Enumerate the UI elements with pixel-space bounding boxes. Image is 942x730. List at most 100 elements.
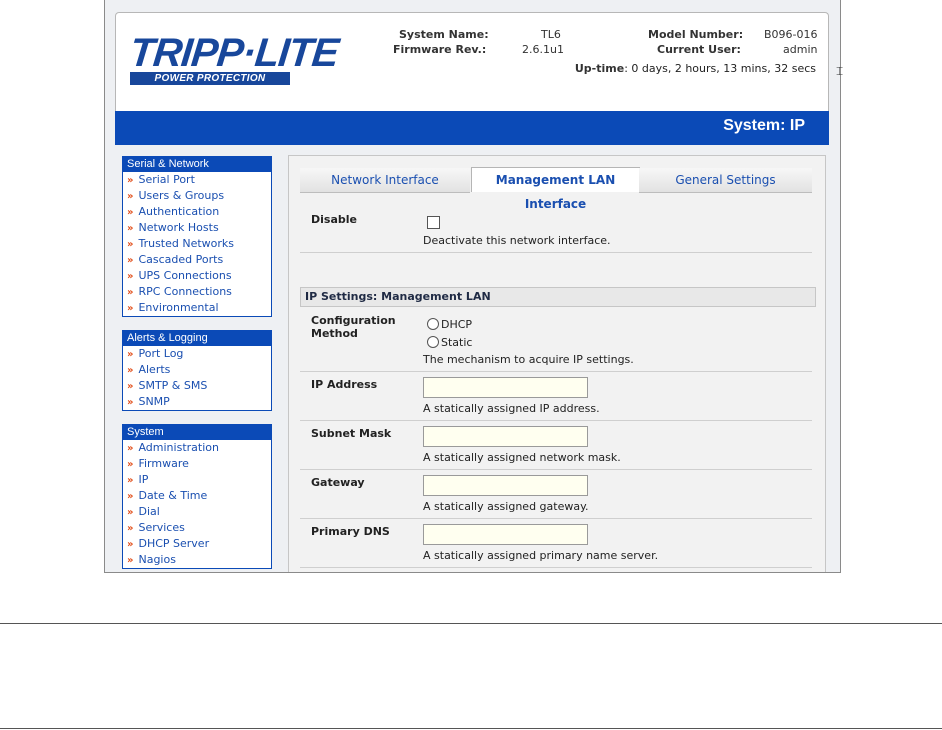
header: TRIPP·LITE POWER PROTECTION System Name:… [115, 12, 829, 111]
primary-dns-input[interactable] [423, 524, 588, 545]
system-name-label: System Name: [399, 28, 489, 41]
secondary-dns-input[interactable] [423, 572, 588, 573]
bullet-icon: » [127, 397, 134, 408]
sidebar-item-authentication[interactable]: » Authentication [123, 204, 271, 220]
divider [300, 371, 812, 372]
tab-general-settings[interactable]: General Settings [639, 168, 812, 193]
bullet-icon: » [127, 539, 134, 550]
model-number-value: B096-016 [764, 28, 818, 41]
bullet-icon: » [127, 239, 134, 250]
sidebar-item-serial-port[interactable]: » Serial Port [123, 172, 271, 188]
configuration-method-help: The mechanism to acquire IP settings. [423, 353, 634, 366]
bullet-icon: » [127, 287, 134, 298]
sidebar-group-title: System [123, 425, 271, 440]
dhcp-radio[interactable] [427, 318, 439, 330]
subnet-mask-input[interactable] [423, 426, 588, 447]
static-radio[interactable] [427, 336, 439, 348]
dhcp-label: DHCP [441, 318, 473, 331]
bullet-icon: » [127, 475, 134, 486]
bullet-icon: » [127, 175, 134, 186]
disable-label: Disable [311, 213, 357, 226]
current-user-value: admin [783, 43, 818, 56]
system-name-value: TL6 [541, 28, 561, 41]
bullet-icon: » [127, 491, 134, 502]
gateway-input[interactable] [423, 475, 588, 496]
sidebar-item-dhcp-server[interactable]: » DHCP Server [123, 536, 271, 552]
uptime-value: : 0 days, 2 hours, 13 mins, 32 secs [624, 62, 816, 75]
sidebar-item-date-time[interactable]: » Date & Time [123, 488, 271, 504]
sidebar-item-environmental[interactable]: » Environmental [123, 300, 271, 316]
bullet-icon: » [127, 507, 134, 518]
disable-help: Deactivate this network interface. [423, 234, 611, 247]
web-ui-screenshot: TRIPP·LITE POWER PROTECTION System Name:… [104, 0, 841, 573]
firmware-label: Firmware Rev.: [393, 43, 487, 56]
bullet-icon: » [127, 191, 134, 202]
sidebar-item-firmware[interactable]: » Firmware [123, 456, 271, 472]
bullet-icon: » [127, 443, 134, 454]
tripp-lite-logo: TRIPP·LITE POWER PROTECTION [127, 31, 341, 85]
sidebar-item-network-hosts[interactable]: » Network Hosts [123, 220, 271, 236]
bullet-icon: » [127, 381, 134, 392]
static-label: Static [441, 336, 473, 349]
divider [300, 567, 812, 568]
sidebar-group-serial-network: Serial & Network » Serial Port » Users & G… [122, 156, 272, 317]
sidebar-group-title: Serial & Network [123, 157, 271, 172]
gateway-label: Gateway [311, 476, 365, 489]
page-title: System: IP [723, 117, 805, 134]
sidebar-item-alerts[interactable]: » Alerts [123, 362, 271, 378]
page-title-bar: System: IP [115, 111, 829, 145]
divider [300, 252, 812, 253]
ip-address-label: IP Address [311, 378, 378, 391]
sidebar-item-smtp-sms[interactable]: » SMTP & SMS [123, 378, 271, 394]
sidebar-group-system: System » Administration » Firmware » IP » Da… [122, 424, 272, 569]
primary-dns-label: Primary DNS [311, 525, 390, 538]
bullet-icon: » [127, 365, 134, 376]
tab-management-lan-interface[interactable]: Management LAN Interface [471, 167, 640, 211]
sidebar-item-services[interactable]: » Services [123, 520, 271, 536]
gateway-help: A statically assigned gateway. [423, 500, 589, 513]
primary-dns-help: A statically assigned primary name serve… [423, 549, 659, 562]
sidebar-group-alerts-logging: Alerts & Logging » Port Log » Alerts » SMTP… [122, 330, 272, 411]
logo-wordmark: TRIPP·LITE [127, 31, 341, 75]
current-user-label: Current User: [657, 43, 741, 56]
bullet-icon: » [127, 459, 134, 470]
bullet-icon: » [127, 271, 134, 282]
bullet-icon: » [127, 555, 134, 566]
ip-address-help: A statically assigned IP address. [423, 402, 600, 415]
sidebar-item-cascaded-ports[interactable]: » Cascaded Ports [123, 252, 271, 268]
sidebar-item-snmp[interactable]: » SNMP [123, 394, 271, 410]
uptime: Up-time: 0 days, 2 hours, 13 mins, 32 se… [575, 62, 816, 75]
sidebar-item-port-log[interactable]: » Port Log [123, 346, 271, 362]
sidebar-item-administration[interactable]: » Administration [123, 440, 271, 456]
sidebar-group-title: Alerts & Logging [123, 331, 271, 346]
bullet-icon: » [127, 207, 134, 218]
sidebar-item-ups-connections[interactable]: » UPS Connections [123, 268, 271, 284]
page-divider-bottom [0, 728, 942, 729]
sidebar-item-dial[interactable]: » Dial [123, 504, 271, 520]
sidebar-item-users-groups[interactable]: » Users & Groups [123, 188, 271, 204]
disable-checkbox[interactable] [427, 216, 440, 229]
bullet-icon: » [127, 255, 134, 266]
bullet-icon: » [127, 303, 134, 314]
section-title: IP Settings: Management LAN [300, 287, 816, 307]
sidebar-item-rpc-connections[interactable]: » RPC Connections [123, 284, 271, 300]
ip-address-input[interactable] [423, 377, 588, 398]
page-divider-top [0, 623, 942, 624]
sidebar-item-ip[interactable]: » IP [123, 472, 271, 488]
firmware-value: 2.6.1u1 [522, 43, 564, 56]
subnet-mask-label: Subnet Mask [311, 427, 392, 440]
uptime-label: Up-time [574, 62, 625, 75]
bullet-icon: » [127, 349, 134, 360]
sidebar-item-nagios[interactable]: » Nagios [123, 552, 271, 568]
subnet-mask-help: A statically assigned network mask. [423, 451, 621, 464]
sidebar-item-trusted-networks[interactable]: » Trusted Networks [123, 236, 271, 252]
bullet-icon: » [127, 523, 134, 534]
tab-network-interface[interactable]: Network Interface [300, 168, 470, 193]
divider [300, 420, 812, 421]
model-number-label: Model Number: [648, 28, 744, 41]
main-panel: Network Interface Management LAN Interfa… [288, 155, 826, 573]
divider [300, 469, 812, 470]
divider [300, 518, 812, 519]
cursor-icon: ⌶ [836, 64, 844, 78]
bullet-icon: » [127, 223, 134, 234]
